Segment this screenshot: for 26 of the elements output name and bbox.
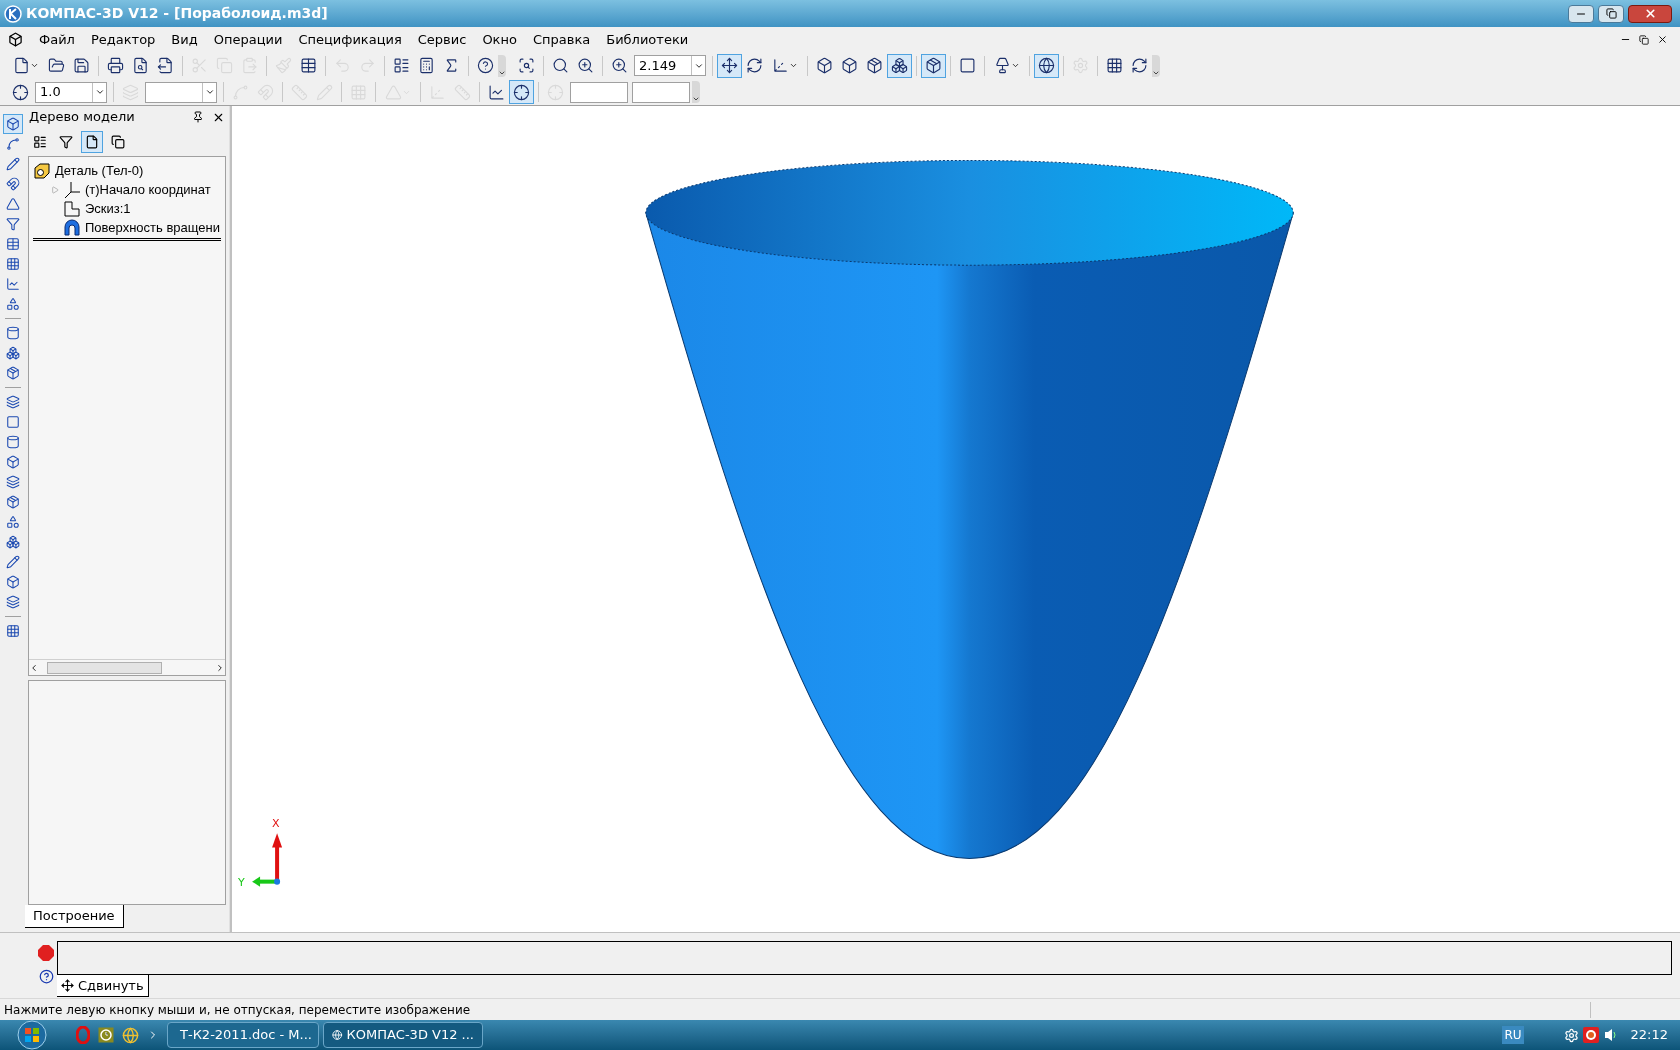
tab[interactable]: Построение [25,905,124,928]
combo-box[interactable]: 1.0 [35,81,107,103]
3d-viewport[interactable]: X Y [232,106,1680,932]
tree-item[interactable]: (т)Начало координат [85,179,211,200]
menu-item[interactable]: Вид [163,29,206,50]
menu-item[interactable]: Операции [205,29,291,50]
panel-title: Дерево модели [29,108,136,127]
axis-indicator-drawing: X Y [238,817,283,889]
language-indicator[interactable]: RU [1502,1026,1524,1044]
clock[interactable]: 22:12 [1630,1025,1668,1045]
taskbar-button[interactable]: КОМПАС-3D V12 ... [323,1022,483,1048]
tree-item[interactable]: Поверхность вращени [85,217,220,238]
tab[interactable]: Сдвинуть [57,975,149,997]
combo-box[interactable]: 2.149 [634,55,706,76]
menu-item[interactable]: Справка [524,29,599,50]
tree-item[interactable]: Деталь (Тел-0) [55,160,144,181]
tree-item[interactable]: Эскиз:1 [85,198,131,219]
menu-item[interactable]: Файл [31,29,83,50]
window-title: КОМПАС-3D V12 - [Пораболоид.m3d] [26,4,329,23]
menu-item[interactable]: Спецификация [290,29,410,50]
menu-item[interactable]: Библиотеки [598,29,697,50]
menu-item[interactable]: Сервис [409,29,475,50]
taskbar-button[interactable]: Т-К2-2011.doc - M... [167,1022,319,1048]
menu-item[interactable]: Окно [474,29,525,50]
status-text: Нажмите левую кнопку мыши и, не отпуская, переместите изображение [4,1001,472,1019]
menu-item[interactable]: Редактор [82,29,164,50]
